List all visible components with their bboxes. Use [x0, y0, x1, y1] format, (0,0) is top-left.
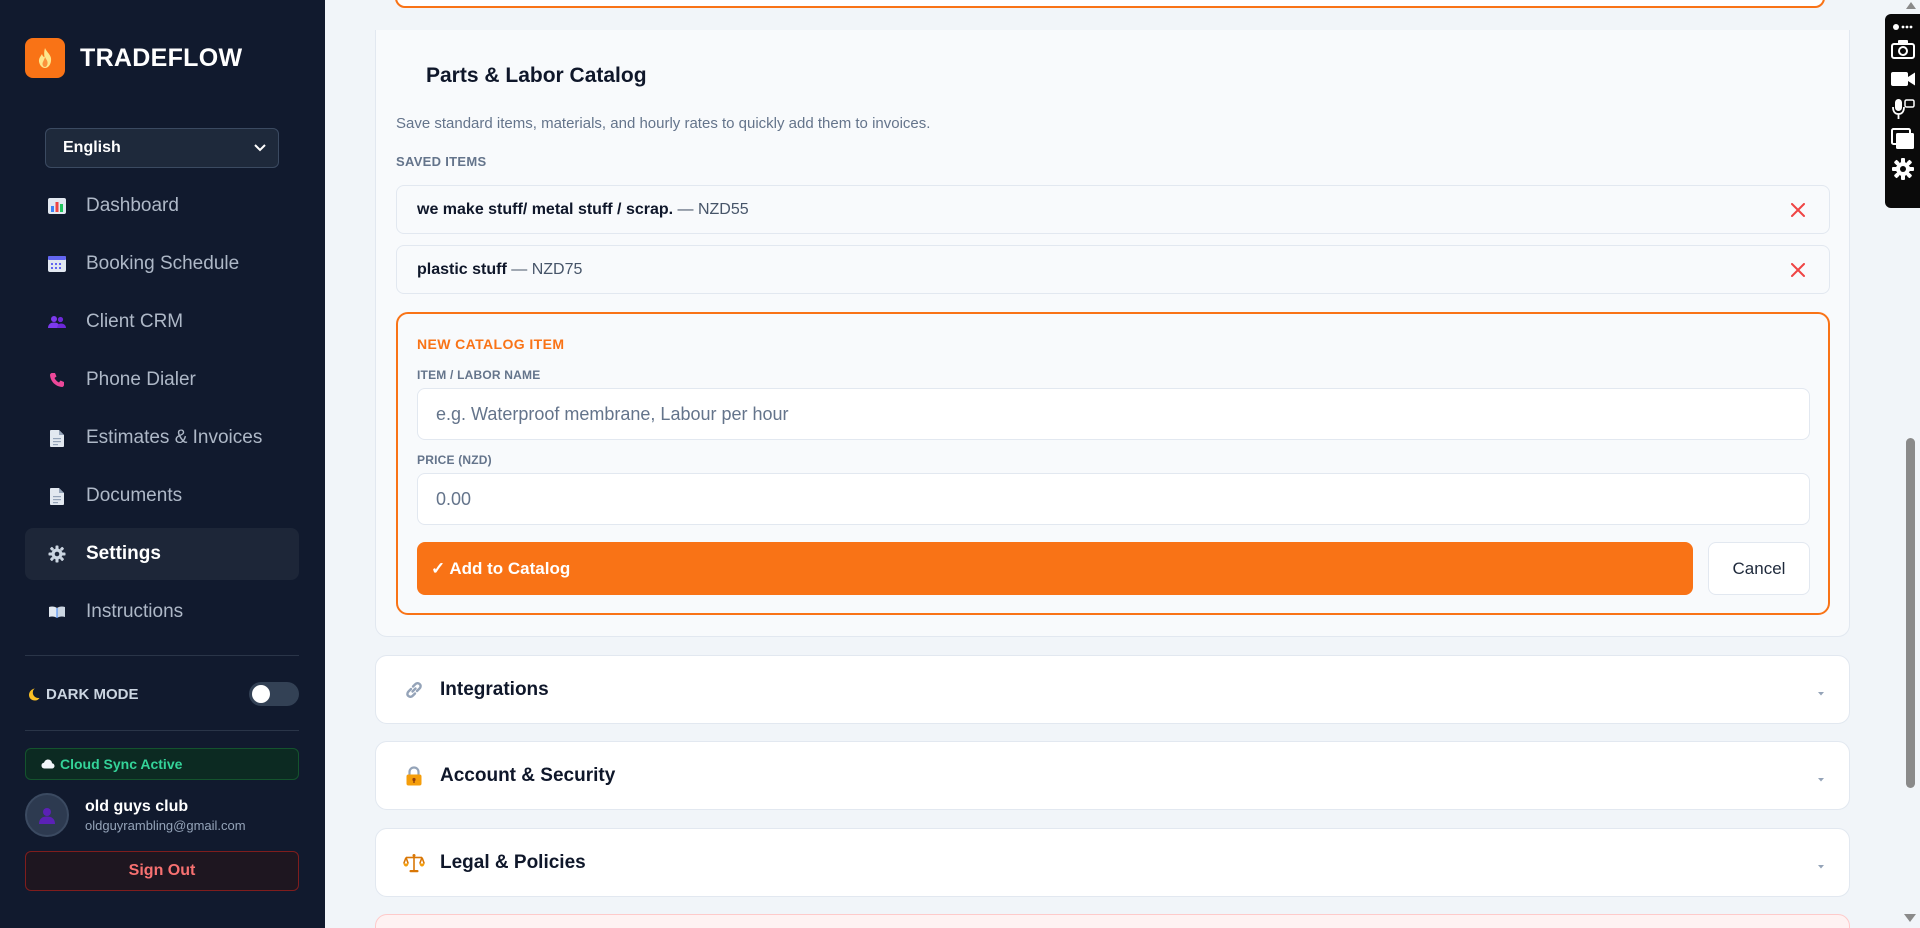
chevron-down-icon [1817, 857, 1825, 875]
flame-icon [25, 38, 65, 78]
chart-icon [47, 198, 67, 214]
sidebar-item-label: Booking Schedule [86, 253, 240, 274]
gear-icon [47, 545, 67, 563]
next-section-edge [375, 914, 1850, 928]
price-label: PRICE (NZD) [417, 453, 492, 467]
user-profile[interactable]: old guys club oldguyrambling@gmail.com [25, 793, 246, 837]
toggle-knob [252, 685, 270, 703]
catalog-item-name: plastic stuff [417, 260, 507, 278]
brand[interactable]: TRADEFLOW [25, 38, 242, 78]
sidebar-item-label: Phone Dialer [86, 369, 196, 390]
cancel-button[interactable]: Cancel [1708, 542, 1810, 595]
sidebar-item-label: Instructions [86, 601, 184, 622]
user-name: old guys club [85, 797, 189, 815]
calendar-icon [47, 256, 67, 272]
catalog-description: Save standard items, materials, and hour… [396, 115, 931, 132]
sidebar-item-phone-dialer[interactable]: Phone Dialer [25, 354, 299, 406]
section-integrations[interactable]: Integrations [375, 655, 1850, 724]
sidebar-item-booking-schedule[interactable]: Booking Schedule [25, 238, 299, 290]
lock-icon [402, 765, 426, 786]
user-icon [39, 808, 55, 824]
section-title: Account & Security [440, 764, 616, 786]
section-title: Legal & Policies [440, 851, 586, 873]
item-name-label: ITEM / LABOR NAME [417, 368, 541, 382]
sidebar-item-settings[interactable]: Settings [25, 528, 299, 580]
language-select[interactable]: English [45, 128, 279, 168]
catalog-item-price: — NZD55 [673, 200, 749, 218]
chevron-down-icon [1817, 684, 1825, 702]
sidebar-item-label: Settings [86, 543, 161, 564]
sidebar-divider [25, 730, 299, 731]
sidebar-item-instructions[interactable]: Instructions [25, 586, 299, 638]
chevron-down-icon [254, 139, 266, 157]
sidebar-item-estimates-invoices[interactable]: Estimates & Invoices [25, 412, 299, 464]
catalog-item: plastic stuff — NZD75 [396, 245, 1830, 294]
new-catalog-item-form: NEW CATALOG ITEM ITEM / LABOR NAME PRICE… [396, 312, 1830, 615]
user-info: old guys club oldguyrambling@gmail.com [85, 798, 246, 833]
brand-name: TRADEFLOW [80, 43, 243, 72]
settings-main: Parts & Labor Catalog Save standard item… [325, 0, 1885, 928]
add-to-catalog-button[interactable]: ✓ Add to Catalog [417, 542, 1693, 595]
dark-mode-text: DARK MODE [46, 685, 139, 703]
dark-mode-row: DARK MODE [27, 682, 299, 706]
remove-item-icon[interactable] [1787, 199, 1809, 221]
previous-card-edge [395, 0, 1825, 8]
cloud-icon [41, 759, 55, 769]
sidebar-item-label: Dashboard [86, 195, 179, 216]
price-input[interactable] [417, 473, 1810, 525]
sidebar-item-documents[interactable]: Documents [25, 470, 299, 522]
catalog-item-price: — NZD75 [506, 260, 583, 278]
remove-item-icon[interactable] [1787, 259, 1809, 281]
scroll-up-arrow[interactable] [1906, 2, 1916, 9]
link-icon [402, 680, 426, 700]
sidebar-item-dashboard[interactable]: Dashboard [25, 180, 299, 232]
moon-icon [27, 688, 40, 701]
book-icon [47, 605, 67, 619]
dark-mode-toggle[interactable] [249, 682, 299, 706]
catalog-item-text: we make stuff/ metal stuff / scrap. — NZ… [417, 201, 749, 219]
cloud-sync-text: Cloud Sync Active [60, 756, 183, 772]
sidebar-item-label: Documents [86, 485, 183, 506]
sidebar-item-label: Client CRM [86, 311, 184, 332]
sidebar: TRADEFLOW English Dashboard Booking Sche… [0, 0, 325, 928]
catalog-item: we make stuff/ metal stuff / scrap. — NZ… [396, 185, 1830, 234]
cloud-sync-badge: Cloud Sync Active [25, 748, 299, 780]
scroll-down-arrow[interactable] [1904, 914, 1916, 922]
sidebar-nav: Dashboard Booking Schedule Client CRM Ph… [25, 180, 299, 644]
scrollbar-thumb[interactable] [1906, 438, 1915, 788]
sidebar-divider [25, 655, 299, 656]
catalog-title: Parts & Labor Catalog [426, 64, 647, 87]
section-title: Integrations [440, 678, 549, 700]
avatar [25, 793, 69, 837]
chevron-down-icon [1817, 770, 1825, 788]
phone-icon [47, 372, 67, 388]
new-item-heading: NEW CATALOG ITEM [417, 336, 565, 352]
saved-items-label: SAVED ITEMS [396, 154, 487, 169]
catalog-item-name: we make stuff/ metal stuff / scrap. [417, 200, 674, 218]
section-account-security[interactable]: Account & Security [375, 741, 1850, 810]
sidebar-item-label: Estimates & Invoices [86, 427, 263, 448]
sign-out-button[interactable]: Sign Out [25, 851, 299, 891]
users-icon [47, 315, 67, 329]
item-name-input[interactable] [417, 388, 1810, 440]
sidebar-item-client-crm[interactable]: Client CRM [25, 296, 299, 348]
user-email: oldguyrambling@gmail.com [85, 817, 246, 833]
dark-mode-label: DARK MODE [27, 686, 139, 703]
document-icon [47, 487, 67, 505]
scales-icon [402, 853, 426, 873]
document-icon [47, 429, 67, 447]
catalog-item-text: plastic stuff — NZD75 [417, 261, 582, 279]
section-legal-policies[interactable]: Legal & Policies [375, 828, 1850, 897]
language-selected: English [63, 139, 121, 156]
